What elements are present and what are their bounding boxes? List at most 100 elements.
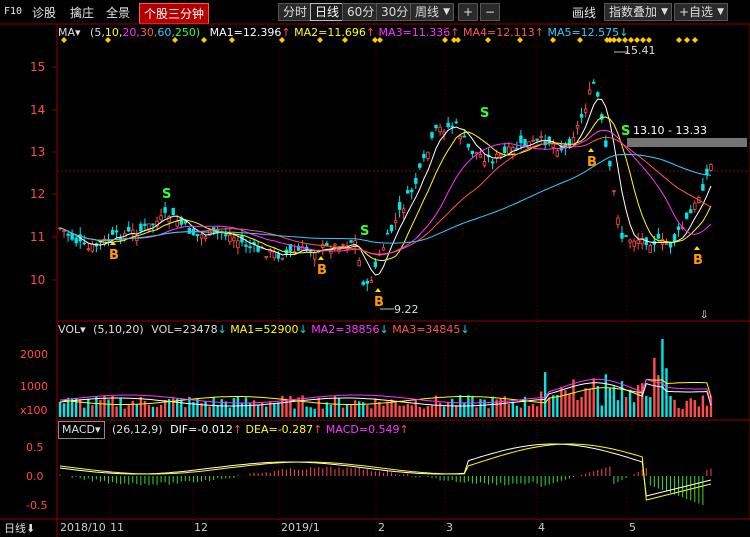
volume-bar — [151, 406, 155, 417]
candle-body — [555, 150, 560, 157]
ma-line-20 — [59, 129, 712, 256]
range-highlight — [627, 138, 747, 147]
volume-bar — [313, 408, 316, 417]
candle-body — [74, 237, 78, 244]
diamond-icon — [105, 37, 111, 43]
volume-bar — [402, 405, 405, 417]
date-label-5: 5 — [629, 521, 636, 534]
candle-body — [256, 246, 260, 252]
volume-bar — [374, 398, 377, 417]
date-label-2019-1: 2019/1 — [281, 521, 320, 534]
price-tick-label: 13 — [30, 145, 45, 159]
candle-body — [422, 153, 426, 159]
volume-bar — [657, 375, 660, 417]
up-arrow-icon — [318, 256, 324, 260]
macd-tick-label: 0.0 — [26, 470, 44, 483]
volume-bar — [705, 405, 709, 417]
volume-bar — [406, 403, 409, 417]
volume-bar — [576, 399, 579, 417]
sell-signal-mark: S — [360, 224, 369, 239]
period-indicator-label: 日线 — [4, 522, 26, 535]
diamond-icon — [550, 37, 556, 43]
volume-bar — [548, 398, 551, 417]
candle-body — [450, 125, 454, 128]
candle-body — [410, 189, 414, 193]
candle-body — [535, 138, 539, 141]
candle-body — [264, 256, 268, 258]
volume-bar — [58, 401, 62, 417]
candle-body — [365, 280, 369, 284]
candle-body — [406, 190, 410, 194]
candle-body — [203, 236, 208, 240]
candle-body — [705, 168, 709, 175]
volume-bar — [341, 407, 345, 417]
candle-body — [458, 135, 462, 140]
volume-bar — [107, 399, 110, 417]
volume-bar — [135, 404, 139, 417]
volume-bar — [224, 401, 227, 417]
diamond-icon — [229, 37, 235, 43]
candle-body — [228, 234, 232, 243]
volume-bar — [325, 402, 329, 417]
price-tick-label: 15 — [30, 60, 45, 74]
volume-bar — [471, 396, 474, 417]
macd-axis: 0.5 0.0 -0.5 — [26, 441, 47, 512]
volume-bar — [345, 404, 349, 417]
volume-bar — [661, 339, 664, 417]
volume-bar — [216, 404, 219, 417]
candle-body — [329, 251, 333, 254]
volume-bar — [600, 405, 603, 417]
volume-bar — [321, 408, 325, 417]
volume-bar — [127, 404, 130, 417]
candle-body — [446, 122, 450, 128]
volume-bar — [220, 399, 223, 417]
volume-bar — [434, 395, 438, 417]
candle-body — [224, 234, 228, 237]
range-label: 13.10 - 13.33 — [633, 124, 707, 137]
ma-line-30 — [59, 136, 712, 255]
volume-bar — [309, 407, 312, 417]
volume-bar — [653, 357, 656, 417]
volume-bar — [620, 381, 624, 417]
volume-bar — [176, 398, 179, 417]
price-tick-label: 14 — [30, 103, 45, 117]
volume-bar — [111, 395, 114, 417]
candle-body — [397, 202, 402, 210]
volume-bar — [370, 408, 373, 417]
volume-axis: 2000 1000 x100 — [20, 348, 48, 417]
volume-bar — [333, 395, 337, 417]
volume-bar — [297, 397, 300, 417]
period-indicator[interactable]: 日线⬇ — [0, 520, 62, 537]
candle-body — [539, 135, 543, 138]
volume-bar — [115, 406, 118, 417]
candle-body — [110, 230, 115, 235]
candle-body — [248, 246, 252, 249]
volume-bar — [479, 399, 482, 417]
candle-body — [276, 253, 281, 259]
volume-bar — [212, 397, 215, 417]
buy-signal-mark: B — [374, 295, 384, 310]
candle-body — [507, 146, 511, 155]
candle-body — [596, 92, 600, 97]
date-label-3: 3 — [446, 521, 453, 534]
volume-bar — [232, 398, 236, 417]
volume-bar — [91, 405, 94, 417]
diamond-icon — [646, 37, 652, 43]
volume-bar — [645, 395, 648, 417]
volume-tick-label: x100 — [20, 404, 48, 417]
low-label: 9.22 — [394, 303, 419, 316]
volume-bar — [572, 379, 575, 417]
macd-signal-line — [59, 443, 712, 497]
candle-body — [341, 243, 345, 246]
scroll-down-icon[interactable]: ⇩ — [700, 310, 708, 321]
candle-body — [592, 81, 596, 84]
candle-body — [470, 150, 475, 155]
sell-signal-mark: S — [480, 106, 489, 121]
candle-body — [579, 114, 584, 118]
volume-bar — [184, 407, 187, 417]
volume-bar — [556, 394, 559, 417]
stock-chart[interactable]: 151413121110 20001000x100 0.50.0-0.5 SSS… — [0, 0, 750, 537]
candle-body — [454, 121, 458, 124]
volume-bar — [83, 407, 86, 417]
volume-bar — [256, 405, 260, 417]
